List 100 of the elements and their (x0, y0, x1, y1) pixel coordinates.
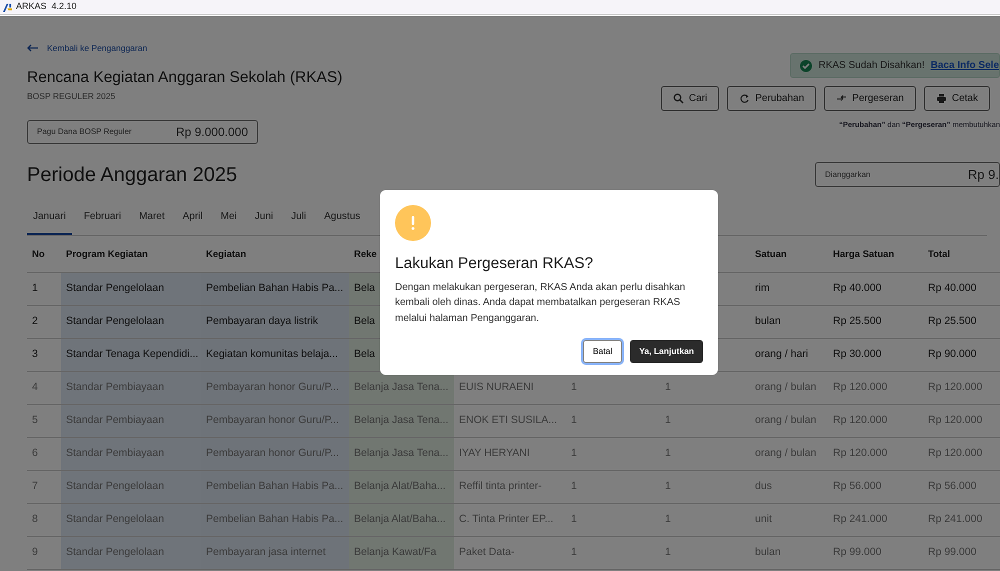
month-tab[interactable]: Juni (248, 201, 280, 236)
table-cell: Standar Pembiayaan (61, 371, 201, 404)
table-cell: Standar Pengelolaan (61, 503, 201, 536)
table-cell: Pembayaran honor Guru/P... (201, 404, 349, 438)
table-cell: Rp 241.000 (828, 503, 923, 536)
table-cell: 1 (660, 404, 750, 438)
table-cell: unit (750, 503, 828, 536)
printer-icon (936, 93, 947, 104)
table-cell: Rp 56.000 (923, 470, 1000, 504)
info-link[interactable]: Baca Info Sele (930, 58, 999, 73)
table-cell: Rp 120.000 (923, 437, 1000, 470)
table-cell: Belanja Alat/Baha... (349, 470, 454, 504)
warning-icon (395, 205, 431, 241)
table-cell: Rp 25.500 (828, 305, 923, 338)
table-cell: dus (750, 470, 828, 504)
table-cell: 1 (566, 503, 660, 536)
table-cell: IYAY HERYANI (454, 437, 566, 470)
budget-ceiling-field: Pagu Dana BOSP Reguler Rp 9.000.000 (27, 120, 258, 144)
window-title: ARKAS 4.2.10 (16, 0, 77, 14)
table-cell: Rp 120.000 (923, 404, 1000, 438)
table-cell: ENOK ETI SUSILA... (454, 404, 566, 438)
refresh-icon (739, 93, 750, 104)
table-cell: 1 (566, 437, 660, 470)
alert-text: RKAS Sudah Disahkan! (818, 59, 925, 73)
month-tab[interactable]: Mei (214, 201, 243, 236)
month-tab[interactable]: Juli (285, 201, 312, 236)
budgeted-field: Dianggarkan Rp 9. (815, 162, 1000, 188)
month-tab[interactable]: Agustus (318, 201, 366, 236)
column-header: Program Kegiatan (61, 238, 201, 272)
table-cell: 1 (566, 404, 660, 438)
cancel-button[interactable]: Batal (582, 340, 622, 364)
table-cell: Rp 99.000 (923, 536, 1000, 570)
table-cell: Pembelian Bahan Habis Pa... (201, 470, 349, 504)
table-cell: orang / bulan (750, 404, 828, 438)
check-circle-icon (800, 60, 812, 72)
column-header: Total (923, 238, 1000, 272)
table-cell: Rp 56.000 (828, 470, 923, 504)
table-cell: Kegiatan komunitas belaja... (201, 338, 349, 372)
table-cell: 1 (660, 503, 750, 536)
table-cell: Rp 120.000 (828, 437, 923, 470)
table-cell: C. Tinta Printer EP... (454, 503, 566, 536)
table-cell: Belanja Jasa Tena... (349, 437, 454, 470)
column-header: Satuan (750, 238, 828, 272)
action-button[interactable]: Cetak (924, 86, 990, 111)
table-cell: Pembayaran jasa internet (201, 536, 349, 570)
table-cell: Belanja Jasa Tena... (349, 371, 454, 404)
table-cell: Standar Pengelolaan (61, 272, 201, 306)
arrow-left-icon (27, 44, 39, 52)
table-cell: Pembelian Bahan Habis Pa... (201, 503, 349, 536)
table-cell: Rp 120.000 (828, 371, 923, 404)
column-header: Harga Satuan (828, 238, 923, 272)
table-cell: Pembayaran daya listrik (201, 305, 349, 338)
table-cell: 1 (660, 470, 750, 504)
table-cell: Rp 30.000 (828, 338, 923, 372)
table-cell: Reffil tinta printer- (454, 470, 566, 504)
table-cell: Pembayaran honor Guru/P... (201, 371, 349, 404)
table-cell: Rp 40.000 (923, 272, 1000, 306)
table-cell: Standar Pengelolaan (61, 305, 201, 338)
table-cell: Pembelian Bahan Habis Pa... (201, 272, 349, 306)
action-button[interactable]: Perubahan (727, 86, 816, 111)
table-cell: Standar Pembiayaan (61, 437, 201, 470)
table-cell: Rp 241.000 (923, 503, 1000, 536)
logo-icon (3, 2, 12, 12)
table-cell: Paket Data- (454, 536, 566, 570)
column-header: No (27, 238, 61, 272)
page-subtitle: BOSP REGULER 2025 (27, 90, 116, 102)
table-cell: Rp 90.000 (923, 338, 1000, 372)
table-cell: Rp 40.000 (828, 272, 923, 306)
table-cell: 1 (566, 470, 660, 504)
table-cell: Rp 120.000 (923, 371, 1000, 404)
column-header: Kegiatan (201, 238, 349, 272)
table-cell: Belanja Alat/Baha... (349, 503, 454, 536)
month-tab[interactable]: Februari (78, 201, 128, 236)
table-cell: Pembayaran honor Guru/P... (201, 437, 349, 470)
month-tab[interactable]: Januari (27, 201, 72, 236)
table-cell: Standar Pengelolaan (61, 470, 201, 504)
action-button[interactable]: Cari (660, 86, 720, 111)
action-button[interactable]: Pergeseran (824, 86, 916, 111)
month-tab[interactable]: Maret (133, 201, 171, 236)
table-cell: orang / bulan (750, 371, 828, 404)
confirm-button[interactable]: Ya, Lanjutkan (630, 340, 703, 364)
table-cell: 1 (566, 536, 660, 570)
period-title: Periode Anggaran 2025 (27, 163, 238, 188)
table-cell: Standar Tenaga Kependidi... (61, 338, 201, 372)
table-cell: Rp 120.000 (828, 404, 923, 438)
table-cell: Standar Pembiayaan (61, 404, 201, 438)
table-cell: 1 (660, 437, 750, 470)
search-icon (672, 93, 684, 104)
table-cell: Rp 25.500 (923, 305, 1000, 338)
table-cell: bulan (750, 305, 828, 338)
table-cell: rim (750, 272, 828, 306)
table-cell: orang / hari (750, 338, 828, 372)
table-cell: Rp 99.000 (828, 536, 923, 570)
table-cell: Standar Pengelolaan (61, 536, 201, 570)
table-cell: 1 (660, 536, 750, 570)
table-cell: Belanja Kawat/Fa (349, 536, 454, 570)
table-cell: bulan (750, 536, 828, 570)
month-tab[interactable]: April (176, 201, 209, 236)
back-link[interactable]: Kembali ke Penganggaran (27, 42, 148, 54)
page-title: Rencana Kegiatan Anggaran Sekolah (RKAS) (27, 69, 342, 88)
